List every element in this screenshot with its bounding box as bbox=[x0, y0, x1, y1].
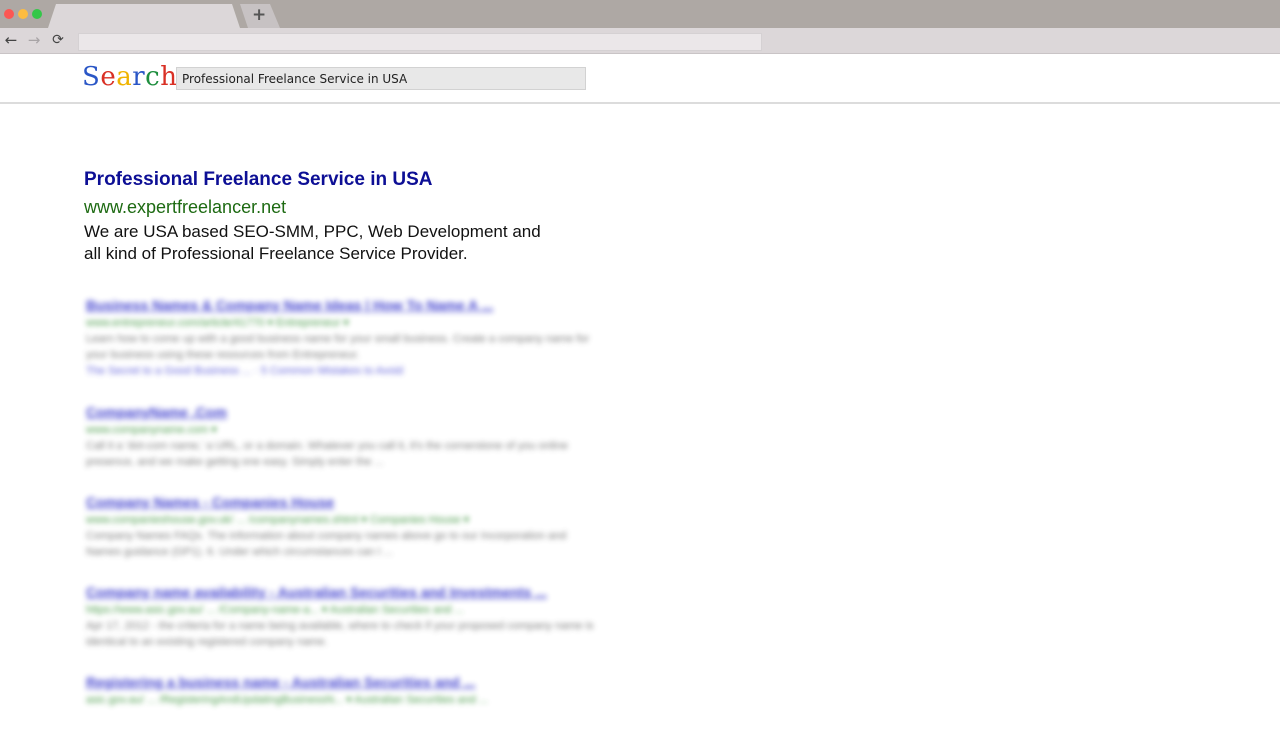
blurred-results-list: Business Names & Company Name Ideas | Ho… bbox=[86, 295, 606, 730]
result-title-link[interactable]: Company Names - Companies House bbox=[86, 492, 606, 512]
result-snippet: Company Names FAQs. The information abou… bbox=[86, 530, 567, 558]
search-result: Company Names - Companies House www.comp… bbox=[86, 492, 606, 560]
search-logo[interactable]: Search bbox=[82, 62, 177, 92]
result-snippet: Apr 17, 2012 - the criteria for a name b… bbox=[86, 620, 594, 648]
search-header: Search bbox=[0, 54, 1280, 104]
result-title-link[interactable]: Registering a business name - Australian… bbox=[86, 672, 606, 692]
plus-icon: + bbox=[252, 5, 267, 25]
logo-letter: c bbox=[145, 62, 161, 92]
browser-titlebar: + bbox=[0, 0, 1280, 28]
close-window-button[interactable] bbox=[4, 9, 14, 19]
search-result: CompanyName .Com www.companyname.com ▾ C… bbox=[86, 402, 606, 470]
result-snippet: Call it a 'dot-com name,' a URL, or a do… bbox=[86, 440, 568, 468]
result-url[interactable]: asic.gov.au/ ... /RegisteringAndUpdating… bbox=[86, 692, 606, 708]
result-title-link[interactable]: Professional Freelance Service in USA bbox=[84, 168, 604, 192]
result-title-link[interactable]: Company name availability - Australian S… bbox=[86, 582, 606, 602]
result-snippet: Learn how to come up with a good busines… bbox=[86, 333, 590, 361]
maximize-window-button[interactable] bbox=[32, 9, 42, 19]
featured-result: Professional Freelance Service in USA ww… bbox=[84, 168, 604, 265]
logo-letter: r bbox=[132, 62, 146, 92]
search-input[interactable] bbox=[176, 67, 586, 90]
logo-letter: h bbox=[160, 62, 178, 92]
result-description: We are USA based SEO-SMM, PPC, Web Devel… bbox=[84, 221, 584, 265]
result-title-link[interactable]: Business Names & Company Name Ideas | Ho… bbox=[86, 295, 606, 315]
search-result: Company name availability - Australian S… bbox=[86, 582, 606, 650]
new-tab-button[interactable]: + bbox=[240, 4, 280, 28]
result-sitelinks[interactable]: The Secret to a Good Business ... · 5 Co… bbox=[86, 363, 606, 380]
result-title-link[interactable]: CompanyName .Com bbox=[86, 402, 606, 422]
result-url[interactable]: www.companieshouse.gov.uk/ ... /companyn… bbox=[86, 512, 606, 528]
result-description-line: We are USA based SEO-SMM, PPC, Web Devel… bbox=[84, 222, 541, 241]
result-description-line: all kind of Professional Freelance Servi… bbox=[84, 244, 468, 263]
forward-arrow-icon[interactable]: → bbox=[26, 31, 42, 49]
minimize-window-button[interactable] bbox=[18, 9, 28, 19]
result-url[interactable]: www.companyname.com ▾ bbox=[86, 422, 606, 438]
logo-letter: e bbox=[100, 62, 117, 92]
browser-tab-active[interactable] bbox=[48, 4, 240, 28]
result-url[interactable]: www.expertfreelancer.net bbox=[84, 196, 604, 218]
address-bar[interactable] bbox=[78, 33, 762, 51]
reload-icon[interactable]: ⟳ bbox=[50, 31, 66, 49]
logo-letter: S bbox=[82, 62, 101, 92]
result-url[interactable]: https://www.asic.gov.au/ ... /Company-na… bbox=[86, 602, 606, 618]
browser-toolbar: ← → ⟳ bbox=[0, 28, 1280, 54]
logo-letter: a bbox=[116, 62, 133, 92]
search-result: Registering a business name - Australian… bbox=[86, 672, 606, 708]
result-url[interactable]: www.entrepreneur.com/article/41770 ▾ Ent… bbox=[86, 315, 606, 331]
search-result: Business Names & Company Name Ideas | Ho… bbox=[86, 295, 606, 380]
back-arrow-icon[interactable]: ← bbox=[3, 31, 19, 49]
